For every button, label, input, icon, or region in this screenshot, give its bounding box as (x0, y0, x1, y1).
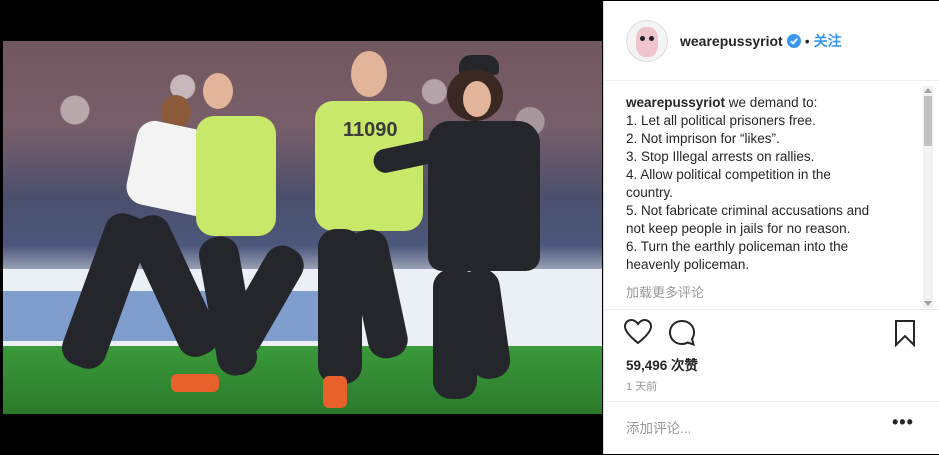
figure-face (463, 81, 491, 117)
post-timestamp[interactable]: 1 天前 (626, 378, 657, 394)
caption-text: we demand to: (725, 95, 818, 110)
divider (604, 401, 939, 402)
post-photo[interactable]: 11090 (3, 41, 602, 414)
photo-panel: 11090 (0, 0, 602, 455)
caption-text: heavenly policeman. (626, 257, 750, 272)
caption-text: 4. Allow political competition in the (626, 167, 831, 182)
post-actions (624, 319, 919, 349)
caption-first-line: wearepussyriot we demand to: (626, 94, 896, 112)
follow-button[interactable]: 关注 (814, 31, 842, 51)
load-more-comments-link[interactable]: 加载更多评论 (626, 282, 704, 301)
avatar-eye (640, 35, 645, 41)
scrollbar-thumb[interactable] (924, 96, 932, 146)
username-link[interactable]: wearepussyriot (680, 33, 783, 49)
boot (171, 374, 219, 392)
caption-text: country. (626, 185, 674, 200)
caption-text: 6. Turn the earthly policeman into the (626, 239, 849, 254)
comment-icon[interactable] (668, 319, 696, 347)
divider (604, 309, 939, 310)
post-sidebar: wearepussyriot • 关注 wearepussyriot we de… (603, 1, 939, 454)
separator-dot: • (804, 32, 810, 49)
like-count[interactable]: 59,496 次赞 (626, 354, 698, 374)
steward-number: 11090 (343, 119, 398, 141)
verified-badge-icon (786, 33, 801, 48)
post-header: wearepussyriot • 关注 (604, 1, 939, 81)
caption-text: 3. Stop Illegal arrests on rallies. (626, 149, 815, 164)
bookmark-icon[interactable] (894, 319, 916, 347)
figure-head (351, 51, 387, 97)
caption-text: 1. Let all political prisoners free. (626, 113, 816, 128)
heart-icon[interactable] (624, 319, 652, 345)
caption-text: 2. Not imprison for “likes”. (626, 131, 780, 146)
avatar-face (636, 26, 658, 57)
caption-text: not keep people in jails for no reason. (626, 221, 851, 236)
add-comment-input[interactable]: 添加评论... (626, 417, 691, 437)
boot (323, 376, 347, 408)
avatar-eye (649, 35, 654, 41)
figure-head (203, 73, 233, 109)
caption-username-link[interactable]: wearepussyriot (626, 95, 725, 110)
scroll-down-arrow-icon[interactable] (924, 301, 932, 306)
caption-text: 5. Not fabricate criminal accusations an… (626, 203, 870, 218)
steward-vest (196, 116, 276, 236)
post-caption: wearepussyriot we demand to: 1. Let all … (626, 94, 896, 274)
more-options-icon[interactable]: ••• (892, 412, 914, 433)
scroll-up-arrow-icon[interactable] (924, 88, 932, 93)
avatar[interactable] (626, 19, 668, 62)
comments-scrollbar[interactable] (923, 86, 933, 308)
